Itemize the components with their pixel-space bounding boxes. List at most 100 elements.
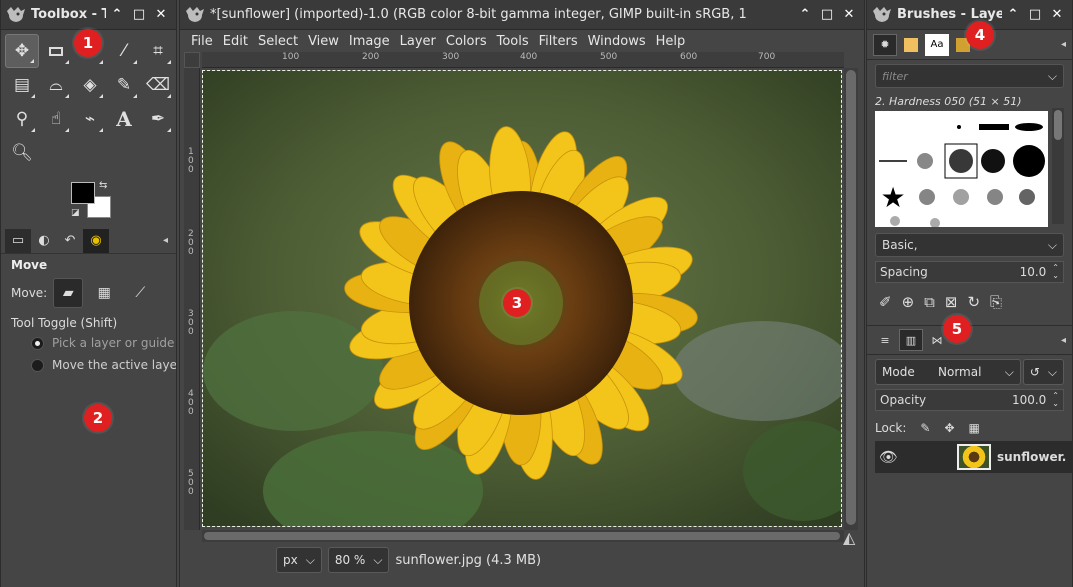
tool-toggle-label: Tool Toggle (Shift) xyxy=(11,316,118,330)
zoom-select[interactable]: 80 % ⌵ xyxy=(327,547,390,573)
smudge-tool[interactable]: ☝ xyxy=(39,102,73,136)
mode-row: Mode Normal ⌵ ↺ ⌵ xyxy=(875,359,1064,385)
move-selection-mode-icon[interactable]: ▦ xyxy=(89,278,119,308)
edit-brush-icon[interactable]: ✐ xyxy=(879,293,892,311)
patterns-tab[interactable] xyxy=(899,34,923,56)
menu-tools[interactable]: Tools xyxy=(492,34,534,49)
refresh-brushes-icon[interactable]: ↻ xyxy=(967,293,980,311)
brushes-tab[interactable]: ✹ xyxy=(873,33,897,56)
device-status-tab[interactable]: ◐ xyxy=(31,229,57,253)
minimize-icon[interactable]: ⌃ xyxy=(1002,7,1024,22)
maximize-icon[interactable]: □ xyxy=(128,7,150,22)
brush-preset-select[interactable]: Basic, ⌵ xyxy=(875,233,1064,257)
menu-image[interactable]: Image xyxy=(344,34,395,49)
radio-pick-layer[interactable]: Pick a layer or guide xyxy=(1,332,176,354)
maximize-icon[interactable]: □ xyxy=(816,7,838,22)
callout-badge-2: 2 xyxy=(84,404,112,432)
zoom-tool[interactable]: 🔍︎ xyxy=(5,136,39,170)
layer-row[interactable]: 👁︎ sunflower. xyxy=(875,441,1072,473)
swap-colors-icon[interactable]: ⇆ xyxy=(99,180,107,191)
gimp-wilber-icon xyxy=(186,6,204,22)
foreground-color[interactable] xyxy=(71,182,95,204)
fuzzy-select-tool[interactable]: ⁄ xyxy=(107,34,141,68)
warp-tool[interactable]: ⌓ xyxy=(39,68,73,102)
spin-arrows-icon[interactable]: ⌃ ⌄ xyxy=(1052,392,1059,408)
clone-tool[interactable]: ⚲ xyxy=(5,102,39,136)
menu-layer[interactable]: Layer xyxy=(395,34,441,49)
ruler-label: 400 xyxy=(520,52,538,62)
paintbrush-tool[interactable]: ✎ xyxy=(107,68,141,102)
open-brush-icon[interactable]: ⎘ xyxy=(990,293,1002,311)
menu-windows[interactable]: Windows xyxy=(583,34,651,49)
fonts-tab[interactable]: Aa xyxy=(925,33,949,56)
vertical-ruler[interactable]: 1 0 0 2 0 0 3 0 0 4 0 0 5 0 0 xyxy=(184,68,200,530)
bucket-fill-tool[interactable]: ◈ xyxy=(73,68,107,102)
chevron-down-icon: ⌵ xyxy=(1047,68,1057,83)
brush-grid[interactable]: ★ xyxy=(875,111,1048,227)
new-brush-icon[interactable]: ⊕ xyxy=(902,293,915,311)
scroll-thumb[interactable] xyxy=(204,532,840,540)
close-icon[interactable]: ✕ xyxy=(1046,7,1068,22)
menu-select[interactable]: Select xyxy=(253,34,303,49)
reset-colors-icon[interactable]: ◪ xyxy=(71,208,80,218)
menu-colors[interactable]: Colors xyxy=(441,34,492,49)
eraser-tool[interactable]: ⌫ xyxy=(141,68,175,102)
tab-menu-icon[interactable]: ◂ xyxy=(1061,335,1066,346)
scroll-thumb[interactable] xyxy=(1054,110,1062,140)
layer-composite-select[interactable]: ↺ ⌵ xyxy=(1022,359,1064,385)
image-titlebar[interactable]: *[sunflower] (imported)-1.0 (RGB color 8… xyxy=(180,0,864,30)
vertical-scrollbar[interactable] xyxy=(844,68,858,530)
minimize-icon[interactable]: ⌃ xyxy=(106,7,128,22)
radio-off-icon xyxy=(31,358,44,372)
status-bar: px ⌵ 80 % ⌵ sunflower.jpg (4.3 MB) xyxy=(180,545,866,575)
menu-file[interactable]: File xyxy=(186,34,218,49)
lock-pixels-icon[interactable]: ✎ xyxy=(920,421,930,435)
menu-filters[interactable]: Filters xyxy=(534,34,583,49)
eye-icon[interactable]: 👁︎ xyxy=(879,448,909,466)
menu-edit[interactable]: Edit xyxy=(218,34,253,49)
brush-scrollbar[interactable] xyxy=(1052,108,1064,224)
tool-options-title: Move xyxy=(11,258,48,272)
opacity-spinner[interactable]: Opacity 100.0 ⌃ ⌄ xyxy=(875,389,1064,411)
menu-help[interactable]: Help xyxy=(651,34,691,49)
duplicate-brush-icon[interactable]: ⧉ xyxy=(924,293,935,311)
paths-tool[interactable]: ⌁ xyxy=(73,102,107,136)
channels-tab[interactable]: ▥ xyxy=(899,329,923,351)
quick-mask-corner[interactable] xyxy=(184,52,200,68)
unit-select[interactable]: px ⌵ xyxy=(276,547,322,573)
delete-brush-icon[interactable]: ⊠ xyxy=(945,293,958,311)
rect-select-tool[interactable] xyxy=(39,34,73,68)
tool-options-tab[interactable]: ▭ xyxy=(5,228,31,253)
toolbox-titlebar[interactable]: Toolbox - T ⌃ □ ✕ xyxy=(1,0,176,30)
tab-menu-icon[interactable]: ◂ xyxy=(1061,39,1066,50)
move-path-mode-icon[interactable]: ⟋ xyxy=(125,278,155,308)
tab-menu-icon[interactable]: ◂ xyxy=(163,235,168,246)
lock-alpha-icon[interactable]: ▦ xyxy=(969,421,980,435)
lock-position-icon[interactable]: ✥ xyxy=(944,421,954,435)
radio-on-icon xyxy=(31,336,44,350)
images-tab[interactable]: ◉ xyxy=(83,228,109,253)
crop-tool[interactable]: ⌗ xyxy=(141,34,175,68)
close-icon[interactable]: ✕ xyxy=(150,7,172,22)
horizontal-ruler[interactable]: 100 200 300 400 500 600 700 xyxy=(202,52,844,68)
layer-mode-select[interactable]: Mode Normal ⌵ xyxy=(875,359,1021,385)
brush-filter-input[interactable]: filter ⌵ xyxy=(875,64,1064,88)
spacing-spinner[interactable]: Spacing 10.0 ⌃ ⌄ xyxy=(875,261,1064,283)
move-layer-mode-icon[interactable]: ▰ xyxy=(53,278,84,308)
menu-view[interactable]: View xyxy=(303,34,344,49)
transform-tool[interactable]: ▤ xyxy=(5,68,39,102)
move-tool[interactable]: ✥ xyxy=(5,34,39,68)
color-picker-tool[interactable]: ✒ xyxy=(141,102,175,136)
layers-tab[interactable]: ≡ xyxy=(873,329,897,351)
maximize-icon[interactable]: □ xyxy=(1024,7,1046,22)
text-tool[interactable]: A xyxy=(107,102,141,136)
spin-arrows-icon[interactable]: ⌃ ⌄ xyxy=(1052,264,1059,280)
scroll-thumb[interactable] xyxy=(846,70,856,525)
close-icon[interactable]: ✕ xyxy=(838,7,860,22)
horizontal-scrollbar[interactable] xyxy=(202,530,844,542)
svg-text:★: ★ xyxy=(880,181,905,214)
brush-name: 2. Hardness 050 (51 × 51) xyxy=(875,95,1022,108)
radio-move-active[interactable]: Move the active laye xyxy=(1,354,176,376)
undo-history-tab[interactable]: ↶ xyxy=(57,229,83,253)
minimize-icon[interactable]: ⌃ xyxy=(794,7,816,22)
